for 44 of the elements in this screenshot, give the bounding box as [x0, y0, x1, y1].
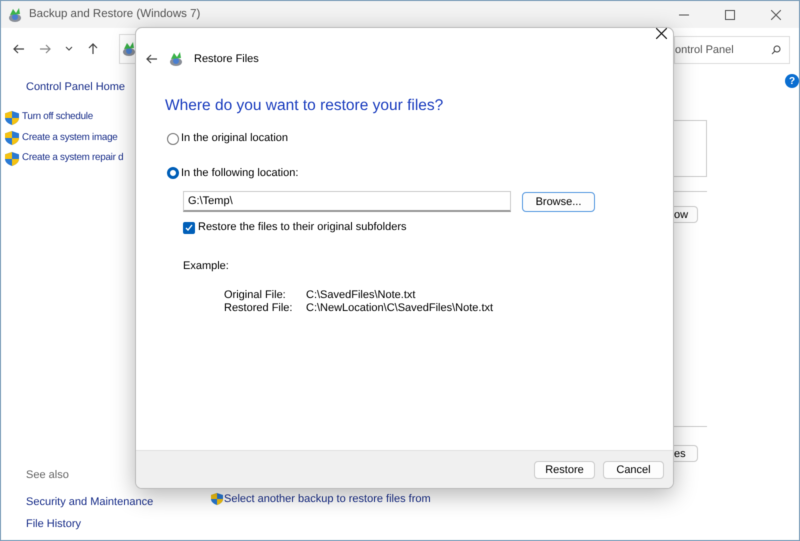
backup-link[interactable]: Select another backup to restore files from	[224, 491, 431, 508]
shield-icon	[5, 110, 19, 125]
radio-label[interactable]: In the following location:	[181, 164, 298, 182]
example-path: C:\SavedFiles\Note.txt	[306, 289, 416, 302]
see-also-link[interactable]: File History	[26, 516, 154, 532]
help-button[interactable]: ?	[785, 74, 799, 88]
radio-button[interactable]	[167, 167, 179, 179]
search-field[interactable]: ontrol Panel	[674, 36, 790, 64]
window-title: Backup and Restore (Windows 7)	[29, 6, 200, 22]
task-link[interactable]: Turn off schedule	[22, 110, 93, 126]
search-icon	[771, 45, 781, 55]
dialog-button[interactable]: Cancel	[603, 460, 664, 478]
back-icon[interactable]	[13, 43, 25, 55]
path-field[interactable]: G:\Temp\	[183, 191, 511, 212]
browse-button[interactable]: Browse...	[522, 192, 595, 212]
task-link[interactable]: Create a system repair d	[22, 151, 124, 166]
checkbox[interactable]	[183, 222, 195, 234]
close-icon[interactable]	[656, 28, 667, 39]
app-icon	[7, 6, 23, 22]
radio-button[interactable]	[167, 132, 179, 144]
forward-icon[interactable]	[39, 43, 51, 55]
shield-icon	[211, 493, 223, 506]
up-icon[interactable]	[87, 43, 99, 55]
checkbox-label[interactable]: Restore the files to their original subfolders	[198, 219, 406, 236]
app-icon	[168, 51, 184, 67]
partial-button[interactable]: es	[674, 445, 698, 462]
dialog-heading: Where do you want to restore your files?	[165, 96, 444, 116]
search-placeholder: ontrol Panel	[675, 42, 734, 58]
task-link[interactable]: Create a system image	[22, 130, 118, 146]
see-also-heading: See also	[26, 468, 70, 483]
back-icon[interactable]	[146, 53, 158, 65]
shield-icon	[5, 152, 19, 166]
dropdown-icon[interactable]	[65, 46, 73, 52]
dialog-title: Restore Files	[194, 52, 259, 67]
example-key: Restored File:	[224, 302, 306, 316]
example-label: Example:	[183, 258, 230, 274]
dialog-button[interactable]: Restore	[534, 460, 595, 478]
example-key: Original File:	[224, 289, 306, 302]
partial-button[interactable]: ow	[674, 206, 698, 223]
see-also-link[interactable]: Security and Maintenance	[26, 494, 154, 510]
example-path: C:\NewLocation\C\SavedFiles\Note.txt	[306, 302, 494, 316]
shield-icon	[5, 131, 19, 146]
radio-label[interactable]: In the original location	[181, 130, 288, 147]
home-link[interactable]: Control Panel Home	[1, 79, 134, 96]
